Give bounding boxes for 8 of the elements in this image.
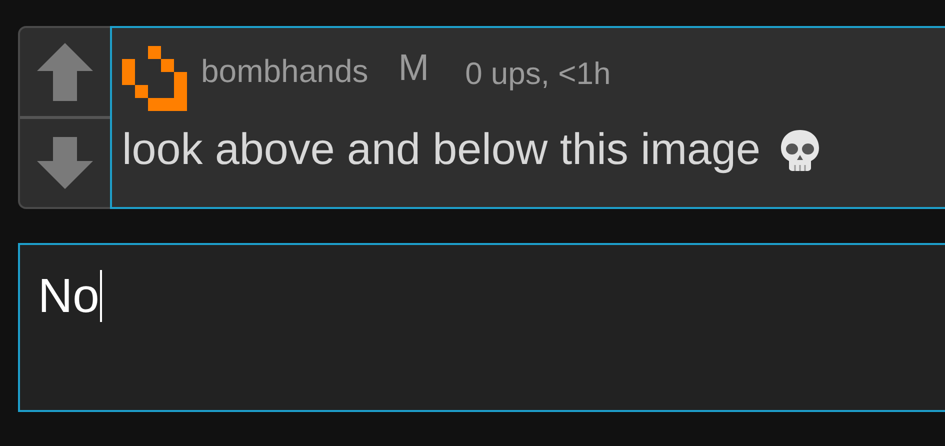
pixel-logo-icon: [122, 46, 187, 111]
user-flair-letter: M: [398, 46, 430, 88]
reply-field[interactable]: No: [18, 243, 945, 412]
username[interactable]: bombhands: [201, 53, 368, 90]
comment-text: look above and below this image: [122, 125, 760, 175]
comment-meta: 0 ups, <1h: [465, 56, 611, 92]
up-arrow-icon: [37, 43, 93, 101]
down-arrow-icon: [37, 137, 93, 189]
